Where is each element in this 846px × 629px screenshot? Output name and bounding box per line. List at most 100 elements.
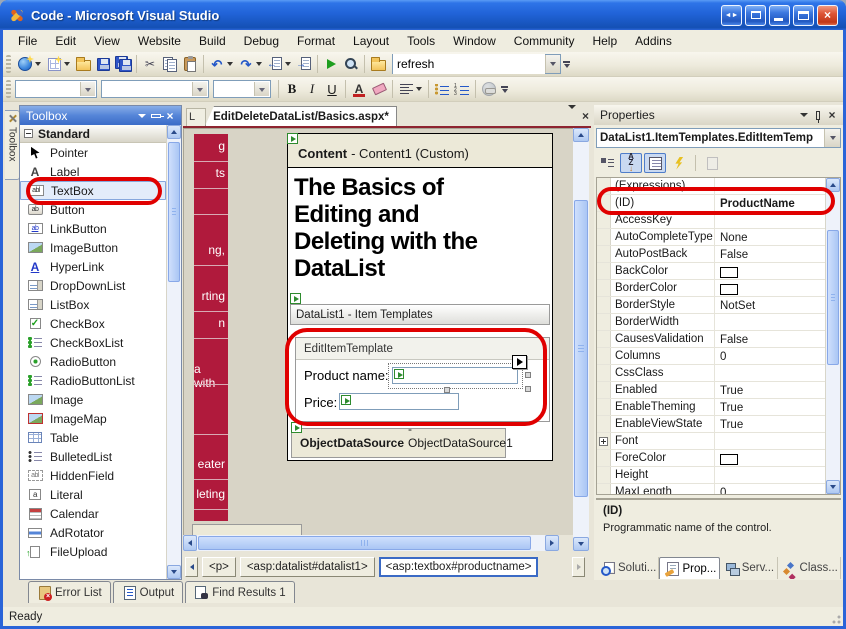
menu-item-help[interactable]: Help bbox=[583, 32, 626, 50]
tag-path-item[interactable]: <p> bbox=[202, 557, 236, 577]
numbered-list-button[interactable] bbox=[452, 79, 472, 99]
nav-link-fragment[interactable]: g bbox=[218, 139, 225, 153]
toolbox-autohide-tab[interactable]: Toolbox bbox=[5, 110, 20, 180]
resize-handle[interactable] bbox=[525, 372, 531, 378]
undo-button[interactable]: ↶ bbox=[207, 54, 227, 74]
new-website-button[interactable] bbox=[15, 54, 35, 74]
toolbox-close-button[interactable]: × bbox=[163, 109, 177, 123]
underline-button[interactable]: U bbox=[322, 79, 342, 99]
property-value[interactable] bbox=[715, 365, 825, 381]
toolbox-item-bulletedlist[interactable]: BulletedList bbox=[20, 447, 166, 466]
find-combo-input[interactable] bbox=[393, 54, 545, 74]
property-row[interactable]: AutoCompleteTypeNone bbox=[597, 229, 825, 246]
toolbox-item-image[interactable]: Image bbox=[20, 390, 166, 409]
window-position-button[interactable] bbox=[135, 109, 149, 123]
nav-link-fragment[interactable]: ts bbox=[216, 166, 225, 180]
product-name-textbox[interactable] bbox=[392, 367, 518, 384]
tag-path-item[interactable]: <asp:textbox#productname> bbox=[379, 557, 539, 577]
panel-tab-classview[interactable]: Class... bbox=[778, 557, 841, 579]
menu-item-window[interactable]: Window bbox=[444, 32, 505, 50]
scroll-down-button[interactable] bbox=[826, 480, 840, 494]
nav-link-fragment[interactable]: leting bbox=[196, 487, 225, 501]
property-row[interactable]: CausesValidationFalse bbox=[597, 331, 825, 348]
collapse-icon[interactable] bbox=[24, 129, 33, 138]
property-value[interactable] bbox=[715, 467, 825, 483]
menu-item-addins[interactable]: Addins bbox=[626, 32, 681, 50]
editor-vertical-scrollbar[interactable] bbox=[573, 128, 589, 551]
resize-grip[interactable] bbox=[829, 612, 842, 625]
undo-dropdown[interactable] bbox=[227, 62, 233, 66]
price-textbox[interactable] bbox=[339, 393, 459, 410]
panel-tab-propsheet[interactable]: Prop... bbox=[659, 557, 719, 579]
property-row[interactable]: BackColor bbox=[597, 263, 825, 280]
hyperlink-button[interactable] bbox=[479, 79, 499, 99]
property-row[interactable]: (Expressions) bbox=[597, 178, 825, 195]
scroll-down-button[interactable] bbox=[167, 565, 181, 579]
property-value[interactable] bbox=[715, 433, 825, 449]
toolbar-overflow-button[interactable] bbox=[563, 61, 570, 68]
scroll-left-button[interactable] bbox=[183, 535, 197, 551]
property-value[interactable]: True bbox=[715, 416, 825, 432]
property-row[interactable]: CssClass bbox=[597, 365, 825, 382]
toolbox-item-table[interactable]: Table bbox=[20, 428, 166, 447]
toolbox-item-pointer[interactable]: Pointer bbox=[20, 143, 166, 162]
events-button[interactable] bbox=[668, 153, 690, 173]
menu-item-tools[interactable]: Tools bbox=[398, 32, 444, 50]
toolbox-scrollbar[interactable] bbox=[166, 125, 181, 579]
save-all-button[interactable] bbox=[113, 54, 133, 74]
property-pages-button[interactable] bbox=[701, 153, 723, 173]
property-value[interactable]: None bbox=[715, 229, 825, 245]
cut-button[interactable]: ✂ bbox=[140, 54, 160, 74]
toolbox-item-radiobutton[interactable]: RadioButton bbox=[20, 352, 166, 371]
scroll-down-button[interactable] bbox=[573, 537, 589, 551]
smart-tag-button[interactable] bbox=[512, 355, 527, 369]
menu-item-format[interactable]: Format bbox=[288, 32, 344, 50]
highlight-color-button[interactable] bbox=[369, 79, 389, 99]
designer-page[interactable]: Content - Content1 (Custom) The Basics o… bbox=[287, 133, 553, 461]
property-value[interactable]: True bbox=[715, 399, 825, 415]
menu-item-layout[interactable]: Layout bbox=[344, 32, 398, 50]
save-button[interactable] bbox=[93, 54, 113, 74]
navigate-backward-dropdown[interactable] bbox=[285, 62, 291, 66]
property-value[interactable] bbox=[715, 263, 825, 279]
toolbox-section-standard[interactable]: Standard bbox=[20, 125, 181, 143]
scroll-right-button[interactable] bbox=[545, 535, 559, 551]
property-value[interactable]: False bbox=[715, 331, 825, 347]
design-surface[interactable]: gtsng,rtingna witheaterleting Content - … bbox=[183, 128, 573, 535]
dock-tab-findresults[interactable]: Find Results 1 bbox=[185, 581, 295, 603]
align-dropdown[interactable] bbox=[416, 87, 422, 91]
toolbox-item-checkbox[interactable]: ✓CheckBox bbox=[20, 314, 166, 333]
toolbox-item-calendar[interactable]: Calendar bbox=[20, 504, 166, 523]
italic-button[interactable]: I bbox=[302, 79, 322, 99]
scroll-up-button[interactable] bbox=[167, 125, 181, 139]
toolbox-item-imagebutton[interactable]: ImageButton bbox=[20, 238, 166, 257]
document-tab-hidden[interactable]: L bbox=[186, 108, 206, 126]
scrollbar-thumb[interactable] bbox=[198, 536, 531, 550]
property-value[interactable] bbox=[715, 314, 825, 330]
find-combo-dropdown[interactable] bbox=[545, 55, 560, 73]
property-row[interactable]: ForeColor bbox=[597, 450, 825, 467]
view-in-browser-button[interactable] bbox=[341, 54, 361, 74]
property-row[interactable]: (ID)ProductName bbox=[597, 195, 825, 212]
dock-tab-errorlist[interactable]: Error List bbox=[28, 581, 111, 603]
bulleted-list-button[interactable] bbox=[432, 79, 452, 99]
tag-path-item[interactable]: <asp:datalist#datalist1> bbox=[240, 557, 375, 577]
tag-nav-back-button[interactable] bbox=[185, 557, 198, 577]
property-row[interactable]: BorderStyleNotSet bbox=[597, 297, 825, 314]
foreground-color-button[interactable]: A bbox=[349, 79, 369, 99]
toolbox-item-checkboxlist[interactable]: CheckBoxList bbox=[20, 333, 166, 352]
toolbox-item-imagemap[interactable]: ImageMap bbox=[20, 409, 166, 428]
add-new-item-button[interactable] bbox=[44, 54, 64, 74]
property-row[interactable]: BorderWidth bbox=[597, 314, 825, 331]
menu-item-file[interactable]: File bbox=[9, 32, 46, 50]
property-value[interactable] bbox=[715, 178, 825, 194]
nav-link-fragment[interactable]: n bbox=[218, 316, 225, 330]
toolbox-item-textbox[interactable]: ablTextBox bbox=[20, 181, 166, 200]
property-row[interactable]: Columns0 bbox=[597, 348, 825, 365]
property-value[interactable]: ProductName bbox=[715, 195, 825, 211]
maximize-button[interactable] bbox=[793, 5, 814, 26]
property-value[interactable] bbox=[715, 212, 825, 228]
menu-item-build[interactable]: Build bbox=[190, 32, 235, 50]
property-value[interactable] bbox=[715, 280, 825, 296]
scroll-up-button[interactable] bbox=[826, 178, 840, 192]
